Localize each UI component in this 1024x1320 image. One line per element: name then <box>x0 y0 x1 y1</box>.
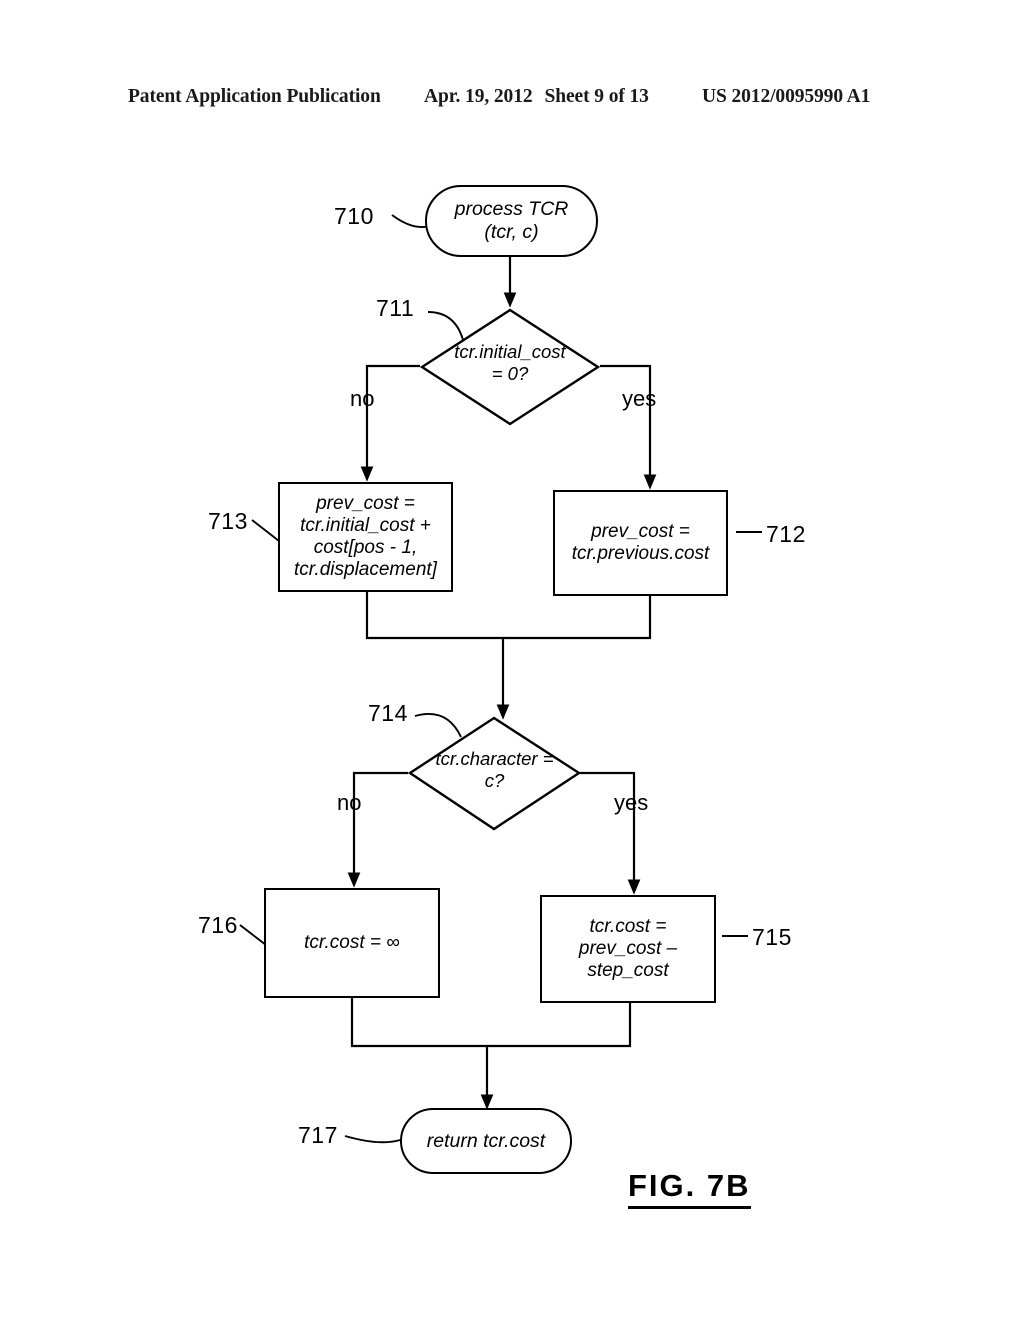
ref-numeral-711: 711 <box>376 295 415 321</box>
edge-711-yes-to-712 <box>600 364 657 490</box>
branch-label-711-no: no <box>350 386 375 411</box>
branch-label-714-no: no <box>337 790 362 815</box>
node-717-label: return tcr.cost <box>426 1129 546 1152</box>
node-714-label: tcr.character = c? <box>435 747 554 791</box>
ref-numeral-714: 714 <box>368 700 408 726</box>
node-return-tcr-cost: return tcr.cost <box>400 1108 572 1174</box>
node-process-tcr-start: process TCR (tcr, c) <box>425 185 598 257</box>
leader-716 <box>239 924 267 946</box>
node-tcr-cost-step: tcr.cost = prev_cost – step_cost <box>540 895 716 1003</box>
node-decision-character: tcr.character = c? <box>408 716 581 831</box>
node-710-label: process TCR (tcr, c) <box>454 198 569 243</box>
node-715-label: tcr.cost = prev_cost – step_cost <box>578 915 678 982</box>
node-712-label: prev_cost = tcr.previous.cost <box>571 520 710 564</box>
edge-714-no-to-716 <box>347 771 408 888</box>
figure-caption: FIG. 7B <box>628 1168 751 1209</box>
node-tcr-cost-infinity: tcr.cost = ∞ <box>264 888 440 998</box>
ref-numeral-716: 716 <box>198 912 238 938</box>
node-711-label: tcr.initial_cost = 0? <box>454 341 566 384</box>
ref-numeral-712: 712 <box>766 521 806 547</box>
edge-merge-716-715 <box>350 998 632 1048</box>
branch-label-714-yes: yes <box>614 790 649 815</box>
edge-711-no-to-713 <box>360 364 420 482</box>
flowchart-diagram: process TCR (tcr, c) 710 tcr.initial_cos… <box>0 0 1024 1320</box>
ref-numeral-710: 710 <box>334 203 374 229</box>
node-decision-initial-cost: tcr.initial_cost = 0? <box>420 308 600 426</box>
ref-numeral-715: 715 <box>752 924 792 950</box>
ref-numeral-717: 717 <box>298 1122 338 1148</box>
branch-label-711-yes: yes <box>622 386 657 411</box>
node-prev-cost-previous: prev_cost = tcr.previous.cost <box>553 490 728 596</box>
leader-717 <box>344 1135 401 1144</box>
node-prev-cost-initial: prev_cost = tcr.initial_cost + cost[pos … <box>278 482 453 592</box>
edge-merge-713-712 <box>365 592 652 640</box>
node-716-label: tcr.cost = ∞ <box>304 931 400 953</box>
leader-713 <box>251 519 280 542</box>
node-713-label: prev_cost = tcr.initial_cost + cost[pos … <box>294 492 437 581</box>
ref-numeral-713: 713 <box>208 508 248 534</box>
